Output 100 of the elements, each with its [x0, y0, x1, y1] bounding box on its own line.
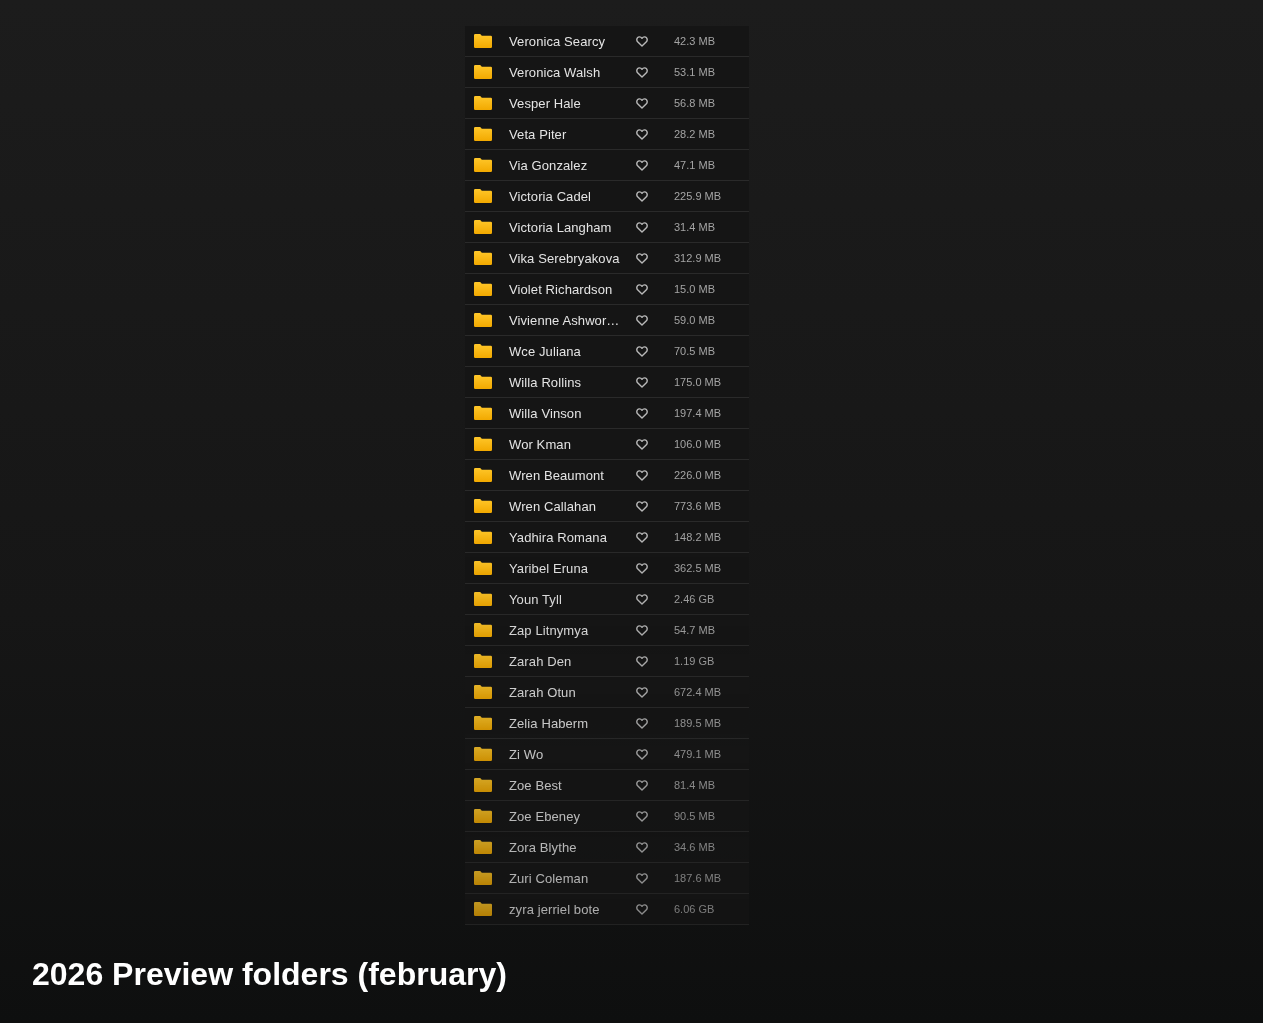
folder-name[interactable]: Zoe Best — [509, 777, 636, 793]
folder-name[interactable]: Victoria Cadel — [509, 188, 636, 204]
folder-size: 148.2 MB — [674, 531, 722, 543]
folder-name[interactable]: Via Gonzalez — [509, 157, 636, 173]
folder-icon — [474, 685, 492, 699]
folder-icon — [474, 778, 492, 792]
folder-icon — [474, 592, 492, 606]
folder-name[interactable]: Vika Serebryakova — [509, 250, 636, 266]
folder-name[interactable]: Violet Richardson — [509, 281, 636, 297]
folder-name[interactable]: Willa Vinson — [509, 405, 636, 421]
folder-size: 672.4 MB — [674, 686, 722, 698]
caption-title: 2026 Preview folders (february) — [32, 955, 507, 993]
folder-name[interactable]: Zi Wo — [509, 746, 636, 762]
folder-name[interactable]: zyra jerriel bote — [509, 901, 636, 917]
heart-icon[interactable] — [636, 438, 648, 450]
folder-name[interactable]: Zarah Otun — [509, 684, 636, 700]
folder-icon — [474, 96, 492, 110]
heart-icon[interactable] — [636, 314, 648, 326]
folder-name[interactable]: Vivienne Ashwor… — [509, 312, 636, 328]
folder-name[interactable]: Yaribel Eruna — [509, 560, 636, 576]
folder-icon — [474, 716, 492, 730]
folder-size: 59.0 MB — [674, 314, 715, 326]
folder-name[interactable]: Wren Callahan — [509, 498, 636, 514]
heart-icon[interactable] — [636, 500, 648, 512]
folder-icon — [474, 654, 492, 668]
folder-name[interactable]: Wren Beaumont — [509, 467, 636, 483]
heart-icon[interactable] — [636, 655, 648, 667]
folder-name[interactable]: Zap Litnymya — [509, 622, 636, 638]
heart-icon[interactable] — [636, 407, 648, 419]
folder-icon — [474, 809, 492, 823]
folder-icon — [474, 530, 492, 544]
heart-icon[interactable] — [636, 97, 648, 109]
heart-icon[interactable] — [636, 903, 648, 915]
folder-size: 6.06 GB — [674, 903, 715, 915]
heart-icon[interactable] — [636, 810, 648, 822]
folder-icon — [474, 34, 492, 48]
folder-size: 312.9 MB — [674, 252, 722, 264]
folder-name[interactable]: Victoria Langham — [509, 219, 636, 235]
folder-name[interactable]: Vesper Hale — [509, 95, 636, 111]
folder-name[interactable]: Zarah Den — [509, 653, 636, 669]
heart-icon[interactable] — [636, 841, 648, 853]
heart-icon[interactable] — [636, 252, 648, 264]
heart-icon[interactable] — [636, 593, 648, 605]
folder-icon — [474, 561, 492, 575]
heart-icon[interactable] — [636, 872, 648, 884]
folder-icon — [474, 251, 492, 265]
folder-size: 187.6 MB — [674, 872, 722, 884]
folder-icon — [474, 871, 492, 885]
heart-icon[interactable] — [636, 779, 648, 791]
folder-name[interactable]: Willa Rollins — [509, 374, 636, 390]
heart-icon[interactable] — [636, 686, 648, 698]
heart-icon[interactable] — [636, 376, 648, 388]
heart-icon[interactable] — [636, 624, 648, 636]
heart-icon[interactable] — [636, 345, 648, 357]
folder-size: 479.1 MB — [674, 748, 722, 760]
folder-icon — [474, 437, 492, 451]
folder-name[interactable]: Zora Blythe — [509, 839, 636, 855]
folder-size: 56.8 MB — [674, 97, 715, 109]
folder-name[interactable]: Veronica Walsh — [509, 64, 636, 80]
heart-icon[interactable] — [636, 35, 648, 47]
folder-icon — [474, 220, 492, 234]
folder-icon — [474, 282, 492, 296]
folder-name[interactable]: Veronica Searcy — [509, 33, 636, 49]
heart-icon[interactable] — [636, 469, 648, 481]
folder-size: 106.0 MB — [674, 438, 722, 450]
folder-icon — [474, 65, 492, 79]
folder-size: 53.1 MB — [674, 66, 715, 78]
folder-icon — [474, 623, 492, 637]
folder-size: 1.19 GB — [674, 655, 715, 667]
folder-icon — [474, 747, 492, 761]
folder-name[interactable]: Zelia Haberm — [509, 715, 636, 731]
folder-name[interactable]: Youn Tyll — [509, 591, 636, 607]
folder-size: 226.0 MB — [674, 469, 722, 481]
folder-size: 225.9 MB — [674, 190, 722, 202]
heart-icon[interactable] — [636, 221, 648, 233]
folder-size: 54.7 MB — [674, 624, 715, 636]
heart-icon[interactable] — [636, 66, 648, 78]
folder-name[interactable]: Veta Piter — [509, 126, 636, 142]
heart-icon[interactable] — [636, 748, 648, 760]
folder-size: 197.4 MB — [674, 407, 722, 419]
heart-icon[interactable] — [636, 283, 648, 295]
folder-icon — [474, 468, 492, 482]
folder-name[interactable]: Wce Juliana — [509, 343, 636, 359]
folder-icon — [474, 406, 492, 420]
heart-icon[interactable] — [636, 159, 648, 171]
folder-size: 362.5 MB — [674, 562, 722, 574]
folder-icon — [474, 499, 492, 513]
heart-icon[interactable] — [636, 128, 648, 140]
folder-name[interactable]: Zoe Ebeney — [509, 808, 636, 824]
folder-icon — [474, 840, 492, 854]
folder-size: 47.1 MB — [674, 159, 715, 171]
folder-name[interactable]: Zuri Coleman — [509, 870, 636, 886]
heart-icon[interactable] — [636, 717, 648, 729]
folder-name[interactable]: Wor Kman — [509, 436, 636, 452]
heart-icon[interactable] — [636, 562, 648, 574]
folder-icon — [474, 902, 492, 916]
folder-size: 34.6 MB — [674, 841, 715, 853]
heart-icon[interactable] — [636, 531, 648, 543]
heart-icon[interactable] — [636, 190, 648, 202]
folder-name[interactable]: Yadhira Romana — [509, 529, 636, 545]
